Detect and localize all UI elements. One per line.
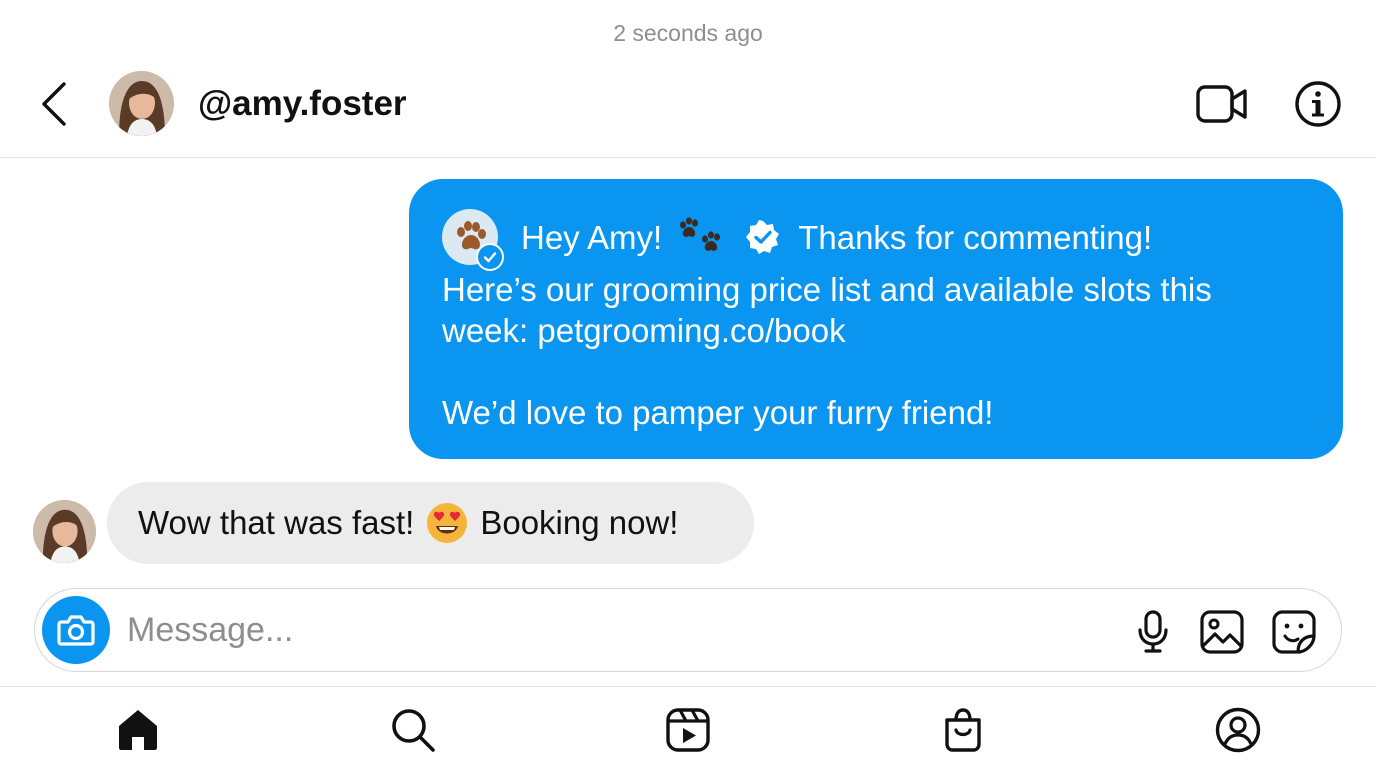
message-timestamp: 2 seconds ago — [613, 20, 763, 46]
message-line: We’d love to pamper your furry friend! — [442, 394, 994, 431]
business-avatar — [442, 209, 504, 271]
received-message-bubble[interactable]: Wow that was fast! Booking now! — [107, 482, 754, 564]
sticker-icon — [1272, 610, 1316, 654]
home-icon — [119, 710, 157, 750]
shop-icon — [945, 708, 981, 752]
video-call-button[interactable] — [1193, 80, 1251, 128]
person-photo-icon — [33, 500, 96, 563]
sticker-button[interactable] — [1271, 609, 1317, 655]
received-text-start: Wow that was fast! — [138, 504, 415, 541]
sent-message-bubble[interactable]: Hey Amy! Thanks for commenting! Here’s o… — [409, 179, 1343, 459]
received-text-end: Booking now! — [480, 504, 679, 541]
nav-shop[interactable] — [938, 705, 988, 755]
verified-badge-small-icon — [476, 243, 504, 271]
paw-prints-icon — [676, 217, 724, 257]
contact-avatar[interactable] — [109, 71, 174, 136]
info-button[interactable] — [1292, 78, 1344, 130]
gallery-icon — [1200, 610, 1244, 654]
person-photo-icon — [109, 71, 174, 136]
voice-message-button[interactable] — [1130, 609, 1176, 655]
camera-icon — [57, 615, 95, 646]
nav-reels[interactable] — [663, 705, 713, 755]
gallery-button[interactable] — [1199, 609, 1245, 655]
greeting-text: Hey Amy! — [521, 218, 663, 256]
received-message-row: Wow that was fast! Booking now! — [0, 482, 800, 564]
microphone-icon — [1138, 610, 1168, 653]
heart-eyes-emoji-icon — [426, 502, 468, 544]
profile-icon — [1215, 707, 1261, 753]
bottom-navigation — [0, 686, 1376, 768]
nav-search[interactable] — [388, 705, 438, 755]
back-button[interactable] — [34, 80, 74, 128]
info-icon — [1295, 81, 1341, 127]
back-chevron-icon — [42, 82, 66, 126]
message-link-line[interactable]: week: petgrooming.co/book — [442, 310, 1311, 351]
message-composer — [34, 588, 1342, 672]
message-line: Here’s our grooming price list and avail… — [442, 271, 1212, 308]
search-icon — [392, 709, 435, 752]
reels-icon — [666, 708, 710, 752]
chat-header: @amy.foster — [0, 60, 1376, 158]
video-call-icon — [1196, 85, 1247, 123]
message-input[interactable] — [127, 603, 1107, 657]
contact-username[interactable]: @amy.foster — [198, 84, 407, 124]
nav-home[interactable] — [113, 705, 163, 755]
thanks-text: Thanks for commenting! — [798, 218, 1153, 256]
nav-profile[interactable] — [1213, 705, 1263, 755]
verified-badge-icon — [746, 220, 780, 254]
camera-button[interactable] — [42, 596, 110, 664]
sender-avatar[interactable] — [33, 500, 96, 563]
